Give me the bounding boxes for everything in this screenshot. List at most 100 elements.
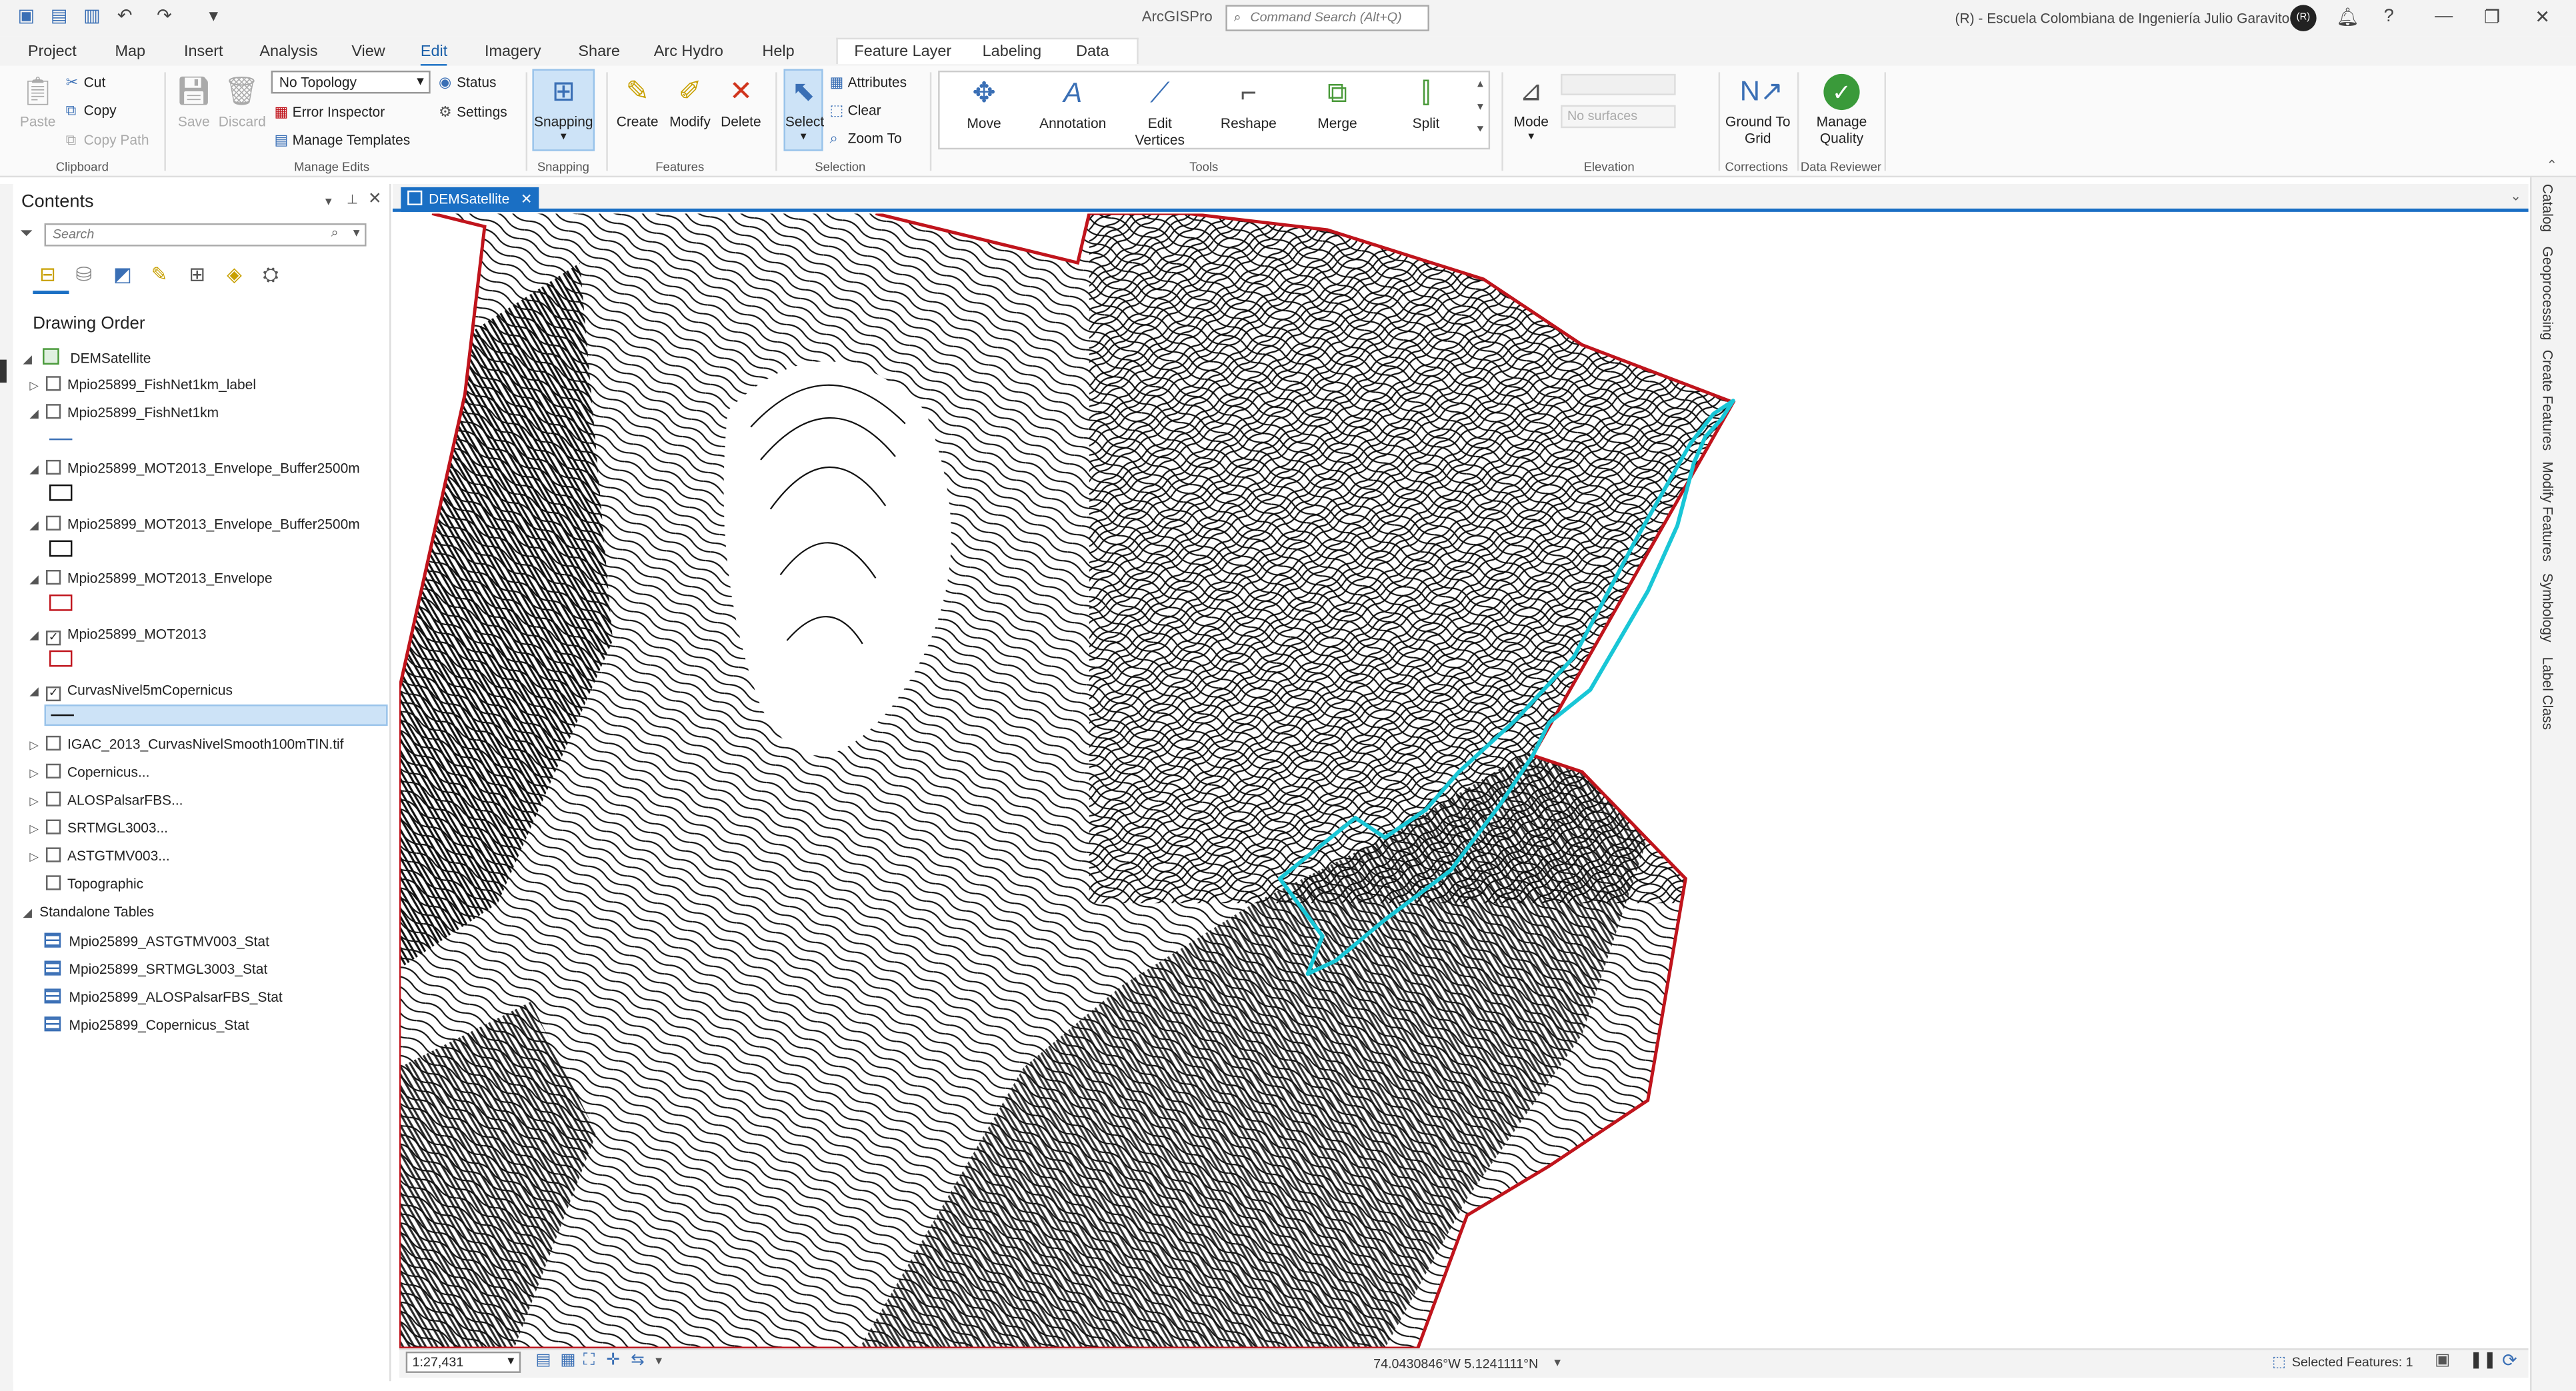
close-icon[interactable]: ✕ [521, 191, 533, 209]
navigation-icon[interactable]: ⇆ [631, 1352, 645, 1370]
tab-arc-hydro[interactable]: Arc Hydro [654, 43, 723, 61]
merge-tool[interactable]: ⧉ Merge [1308, 75, 1367, 131]
chevron-down-icon[interactable]: ▾ [655, 1353, 662, 1368]
close-pane-icon[interactable]: ✕ [368, 191, 382, 209]
layer-row[interactable]: ◢ Mpio25899_MOT2013_Envelope_Buffer2500m [29, 515, 360, 539]
tab-edit[interactable]: Edit [420, 43, 449, 68]
surfaces-dropdown[interactable]: No surfaces [1561, 105, 1676, 129]
layer-row[interactable]: ▷ ALOSPalsarFBS... [29, 791, 183, 814]
collapse-icon[interactable]: ◢ [29, 629, 46, 642]
collapse-icon[interactable]: ◢ [29, 463, 46, 476]
select-button[interactable]: ⬉ Select ▾ [783, 69, 824, 151]
collapse-ribbon-icon[interactable]: ⌃ [2547, 158, 2558, 173]
layer-row[interactable]: ◢ ✓ Mpio25899_MOT2013 [29, 626, 207, 649]
annotation-tool[interactable]: A Annotation [1035, 75, 1111, 131]
polygon-symbol[interactable] [49, 650, 73, 667]
status-button[interactable]: ◉ Status [439, 74, 497, 92]
delete-button[interactable]: ✕ Delete [716, 74, 765, 129]
save-project-icon[interactable]: ▥ [82, 7, 102, 27]
reshape-tool[interactable]: ⌐ Reshape [1216, 75, 1282, 131]
tab-map[interactable]: Map [115, 43, 146, 61]
pause-drawing-icon[interactable]: ❚❚ [2469, 1352, 2497, 1370]
redo-icon[interactable]: ↷ [155, 7, 175, 27]
selected-features-count[interactable]: Selected Features: 1 [2292, 1355, 2413, 1370]
tab-insert[interactable]: Insert [184, 43, 223, 61]
tab-feature-layer[interactable]: Feature Layer [854, 43, 951, 61]
layer-row[interactable]: ◢ Mpio25899_FishNet1km [29, 404, 219, 427]
list-by-perspective-icon[interactable]: ⛭ [263, 263, 279, 287]
expand-icon[interactable]: ▷ [29, 795, 46, 808]
snap-icon[interactable]: ✛ [606, 1352, 620, 1370]
fixed-zoom-icon[interactable]: ▤ [535, 1352, 551, 1370]
layer-visibility-checkbox[interactable] [46, 404, 61, 419]
selected-symbol-row[interactable] [44, 704, 388, 726]
table-row[interactable]: Mpio25899_ASTGTMV003_Stat [44, 932, 269, 956]
layer-visibility-checkbox[interactable]: ✓ [46, 686, 61, 702]
topology-dropdown[interactable]: No Topology ▾ [271, 70, 431, 94]
grid-icon[interactable]: ▦ [560, 1352, 575, 1370]
settings-button[interactable]: ⚙ Settings [439, 103, 507, 121]
gallery-scroll[interactable]: ▴ ▾ ⯆ [1472, 74, 1489, 146]
avatar[interactable]: (R) [2290, 5, 2317, 31]
map-canvas[interactable] [399, 213, 2529, 1348]
elevation-value-dropdown[interactable] [1561, 73, 1676, 95]
extent-icon[interactable]: ⛶ [583, 1352, 595, 1370]
customize-toolbar-icon[interactable]: ▾ [204, 7, 224, 27]
tab-labeling[interactable]: Labeling [983, 43, 1042, 61]
notifications-icon[interactable]: 🔔︎ [2336, 7, 2359, 28]
list-by-editing-icon[interactable]: ✎ [151, 263, 168, 285]
copy-button[interactable]: ⧉ Copy [66, 102, 117, 120]
collapse-icon[interactable]: ◢ [23, 906, 40, 920]
layer-visibility-checkbox[interactable] [46, 791, 61, 806]
paste-button[interactable]: 📋︎ Paste [15, 74, 61, 129]
close-icon[interactable]: ✕ [2535, 7, 2550, 28]
project-icon[interactable]: ▣ [17, 7, 37, 27]
undo-icon[interactable]: ↶ [115, 7, 135, 27]
open-icon[interactable]: ▤ [49, 7, 69, 27]
chevron-down-icon[interactable]: ▾ [1554, 1355, 1561, 1370]
save-edits-button[interactable]: 💾︎ Save [174, 74, 213, 129]
collapse-icon[interactable]: ◢ [29, 519, 46, 532]
manage-quality-button[interactable]: ✓ Manage Quality [1805, 73, 1877, 146]
list-by-selection-icon[interactable]: ◩ [113, 263, 132, 285]
layer-row[interactable]: ▷ Mpio25899_FishNet1km_label [29, 376, 256, 399]
scale-dropdown[interactable]: 1:27,431 ▾ [405, 1351, 521, 1373]
table-view-icon[interactable]: ▣ [2435, 1352, 2450, 1370]
polygon-symbol[interactable] [49, 594, 73, 611]
list-by-source-icon[interactable]: ⛁ [75, 263, 92, 285]
zoom-to-button[interactable]: ⌕ Zoom To [829, 130, 901, 148]
standalone-tables-node[interactable]: ◢ Standalone Tables [23, 903, 155, 926]
layer-row[interactable]: ▷ Copernicus... [29, 763, 149, 786]
list-by-labeling-icon[interactable]: ◈ [227, 263, 242, 285]
clear-selection-button[interactable]: ⬚ Clear [829, 102, 881, 120]
collapse-icon[interactable]: ◢ [29, 407, 46, 421]
expand-icon[interactable]: ▷ [29, 822, 46, 836]
move-tool[interactable]: ✥ Move [953, 75, 1015, 131]
filter-icon[interactable]: ⏷ [20, 225, 33, 243]
chevron-down-icon[interactable]: ▾ [1472, 97, 1489, 119]
copy-path-button[interactable]: ⧉ Copy Path [66, 131, 149, 149]
table-row[interactable]: Mpio25899_ALOSPalsarFBS_Stat [44, 988, 283, 1011]
cut-button[interactable]: ✂ Cut [66, 74, 106, 92]
layer-visibility-checkbox[interactable] [46, 515, 61, 531]
dock-marker[interactable] [0, 359, 7, 383]
chevron-up-icon[interactable]: ▴ [1472, 74, 1489, 97]
tab-view[interactable]: View [351, 43, 385, 61]
dock-tab-catalog[interactable]: Catalog [2540, 184, 2557, 232]
tab-project[interactable]: Project [28, 43, 77, 61]
layer-visibility-checkbox[interactable]: ✓ [46, 631, 61, 646]
layer-visibility-checkbox[interactable] [46, 570, 61, 585]
layer-row[interactable]: ▷ SRTMGL3003... [29, 819, 168, 842]
map-tab[interactable]: DEMSatellite ✕ [401, 187, 539, 212]
line-symbol[interactable] [49, 431, 73, 441]
ground-to-grid-button[interactable]: N↗ Ground To Grid [1725, 74, 1791, 146]
gallery-expand-icon[interactable]: ⯆ [1472, 120, 1489, 143]
list-by-snapping-icon[interactable]: ⊞ [189, 263, 205, 285]
collapse-icon[interactable]: ◢ [29, 685, 46, 698]
layer-visibility-checkbox[interactable] [46, 459, 61, 475]
dock-tab-label-class[interactable]: Label Class [2540, 657, 2557, 730]
expand-icon[interactable]: ▷ [29, 850, 46, 864]
contents-search-input[interactable]: Search ⌕ ▾ [44, 223, 367, 247]
dock-tab-modify-features[interactable]: Modify Features [2540, 461, 2557, 561]
collapse-icon[interactable]: ◢ [23, 353, 40, 366]
